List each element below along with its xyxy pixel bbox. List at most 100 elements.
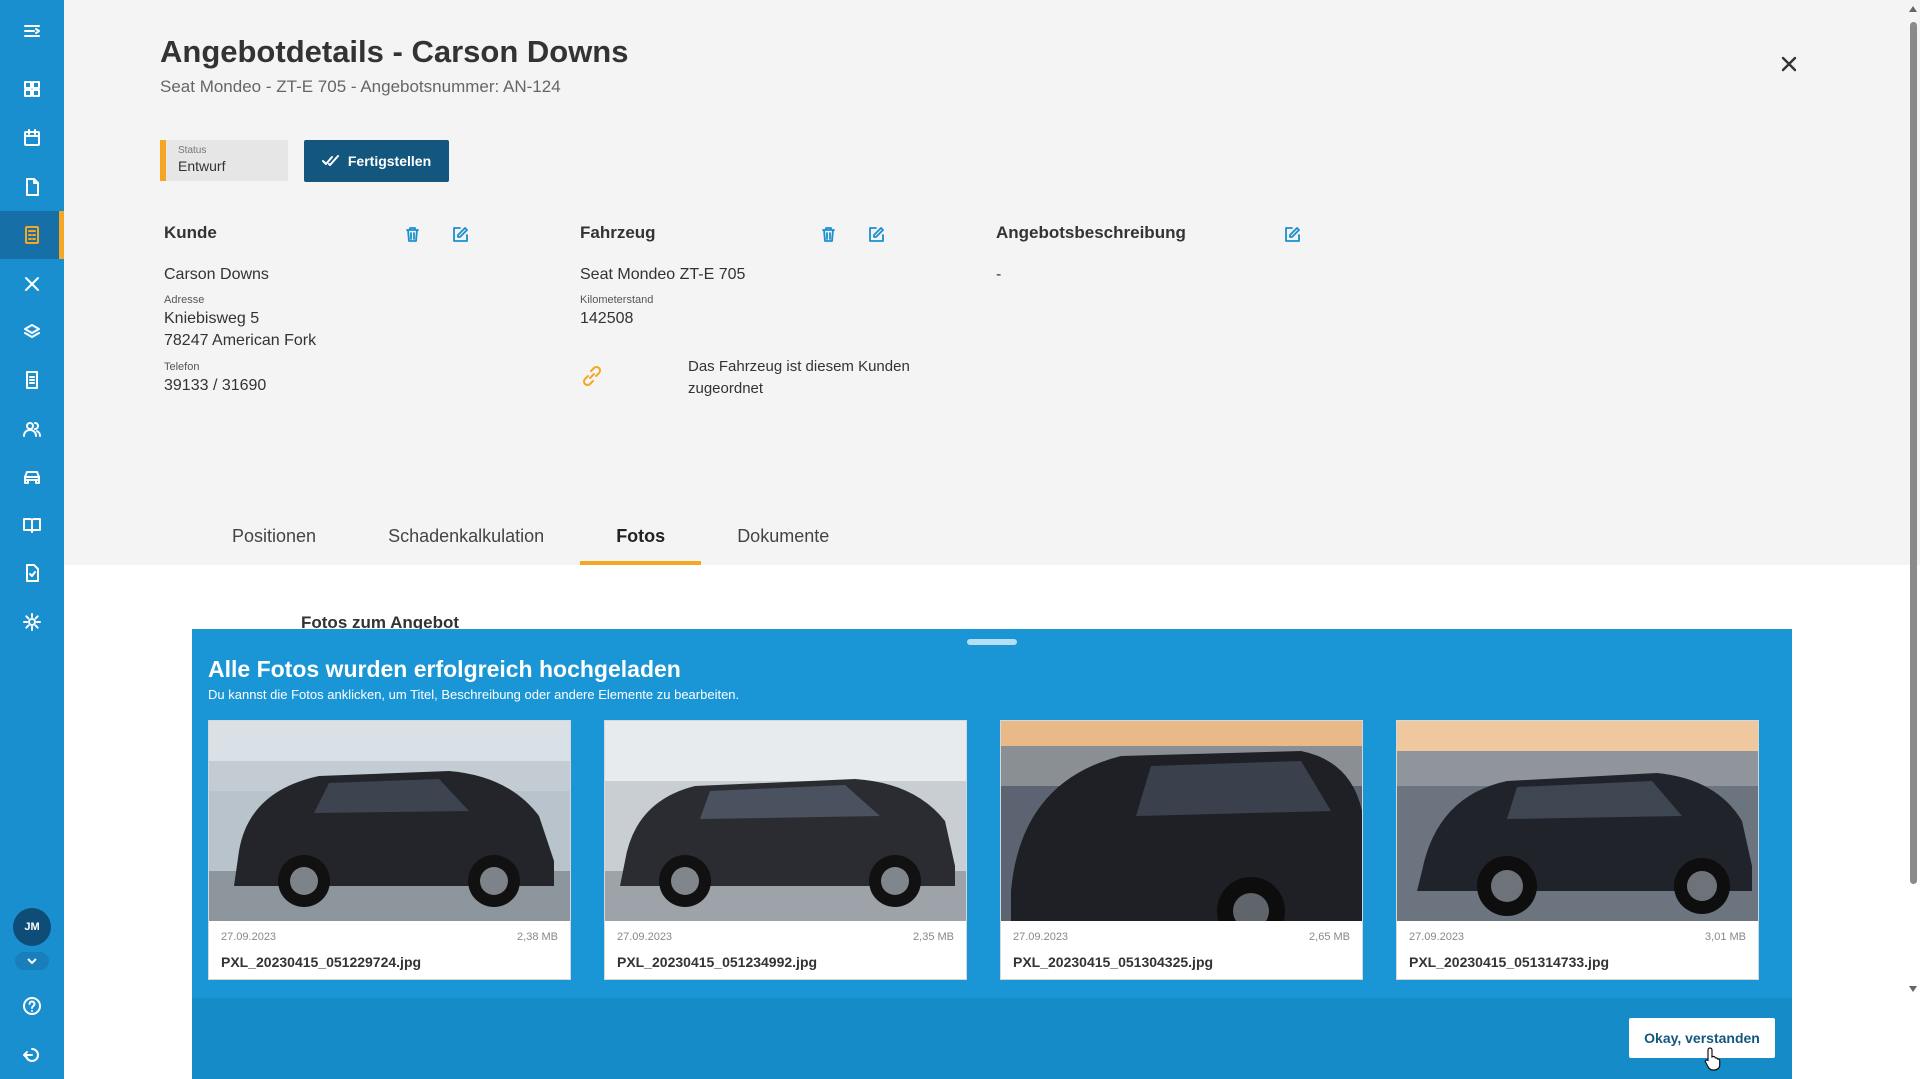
menu-collapse-icon (24, 25, 40, 37)
status-label: Status (178, 145, 207, 156)
photo-date: 27.09.2023 (617, 931, 673, 943)
sidebar-item-customers[interactable] (0, 405, 64, 453)
vehicle-heading: Fahrzeug (580, 223, 656, 242)
tab-schadenkalkulation[interactable]: Schadenkalkulation (352, 508, 580, 565)
photo-card[interactable]: 27.09.2023 2,35 MB PXL_20230415_05123499… (604, 720, 967, 980)
document-icon (26, 178, 39, 196)
customer-city: 78247 American Fork (164, 332, 317, 349)
gear-icon (23, 613, 41, 631)
sidebar-item-dashboard[interactable] (0, 65, 64, 113)
link-icon (579, 363, 605, 389)
description-value: - (996, 266, 1002, 283)
phone-label: Telefon (164, 361, 200, 373)
customer-phone: 39133 / 31690 (164, 377, 267, 394)
mileage-label: Kilometerstand (580, 294, 654, 306)
user-menu-toggle[interactable] (15, 952, 49, 970)
address-label: Adresse (164, 294, 205, 306)
tab-dokumente[interactable]: Dokumente (701, 508, 865, 565)
photo-thumbnail[interactable] (1397, 721, 1758, 921)
drag-handle[interactable] (967, 639, 1017, 645)
sidebar-item-invoices[interactable] (0, 356, 64, 404)
vehicle-link-note: Das Fahrzeug ist diesem Kunden zugeordne… (688, 358, 910, 397)
photo-thumbnail[interactable] (209, 721, 570, 921)
customer-name: Carson Downs (164, 266, 269, 283)
dashboard-icon (24, 81, 40, 97)
help-icon (23, 997, 41, 1015)
edit-customer-button[interactable] (449, 223, 471, 245)
trash-icon (821, 226, 835, 242)
mouse-cursor-icon (1704, 1047, 1721, 1071)
sidebar-item-settings[interactable] (0, 598, 64, 646)
page-scrollbar[interactable] (1906, 0, 1920, 1079)
upload-success-sheet: Alle Fotos wurden erfolgreich hochgelade… (192, 629, 1792, 1079)
finish-button-label: Fertigstellen (347, 153, 432, 169)
vehicle-name: Seat Mondeo ZT-E 705 (580, 266, 746, 283)
edit-icon (868, 226, 884, 242)
close-icon (1781, 56, 1797, 72)
finish-button[interactable]: Fertigstellen (304, 140, 449, 182)
delete-customer-button[interactable] (401, 223, 423, 245)
photo-filename: PXL_20230415_051314733.jpg (1409, 954, 1610, 970)
sidebar-item-layers[interactable] (0, 308, 64, 356)
sidebar-item-offers[interactable] (0, 211, 64, 259)
double-check-icon (321, 155, 339, 166)
edit-icon (1284, 226, 1300, 242)
sidebar-item-catalog[interactable] (0, 501, 64, 549)
book-icon (23, 518, 41, 533)
photo-card[interactable]: 27.09.2023 2,65 MB PXL_20230415_05130432… (1000, 720, 1363, 980)
trash-icon (405, 226, 419, 242)
scroll-down-arrow[interactable] (1909, 986, 1917, 992)
help-button[interactable] (0, 982, 64, 1030)
customer-heading: Kunde (164, 223, 217, 242)
photo-thumbnail[interactable] (1001, 721, 1362, 921)
sidebar-item-reports[interactable] (0, 549, 64, 597)
user-avatar[interactable]: JM (13, 908, 51, 946)
customer-street: Kniebisweg 5 (164, 310, 260, 327)
main-content: Angebotdetails - Carson Downs Seat Monde… (64, 0, 1920, 1079)
photo-list: 27.09.2023 2,38 MB PXL_20230415_05122972… (208, 720, 1759, 980)
upload-success-title: Alle Fotos wurden erfolgreich hochgelade… (208, 656, 681, 682)
logout-button[interactable] (0, 1031, 64, 1079)
sidebar-item-documents[interactable] (0, 163, 64, 211)
car-icon (24, 471, 40, 484)
edit-icon (452, 226, 468, 242)
page-title: Angebotdetails - Carson Downs (160, 34, 629, 69)
tools-icon (25, 277, 39, 291)
file-check-icon (26, 564, 39, 582)
scroll-up-arrow[interactable] (1909, 6, 1917, 12)
close-button[interactable] (1775, 50, 1803, 78)
logout-icon (23, 1048, 39, 1062)
calendar-icon (24, 129, 40, 146)
upload-success-text: Du kannst die Fotos anklicken, um Titel,… (208, 687, 740, 702)
sidebar-item-tools[interactable] (0, 260, 64, 308)
chevron-down-icon (27, 958, 37, 965)
status-badge: Status Entwurf (160, 140, 288, 181)
photo-card[interactable]: 27.09.2023 2,38 MB PXL_20230415_05122972… (208, 720, 571, 980)
delete-vehicle-button[interactable] (817, 223, 839, 245)
sidebar-item-vehicles[interactable] (0, 453, 64, 501)
photo-date: 27.09.2023 (1013, 931, 1069, 943)
edit-description-button[interactable] (1281, 223, 1303, 245)
tab-fotos[interactable]: Fotos (580, 508, 702, 565)
photo-filename: PXL_20230415_051234992.jpg (617, 954, 818, 970)
scroll-thumb[interactable] (1910, 22, 1917, 884)
edit-vehicle-button[interactable] (865, 223, 887, 245)
photo-size: 2,35 MB (913, 931, 954, 943)
photo-thumbnail[interactable] (605, 721, 966, 921)
okay-button[interactable]: Okay, verstanden (1629, 1018, 1775, 1058)
photo-date: 27.09.2023 (1409, 931, 1465, 943)
offer-tabs: Positionen Schadenkalkulation Fotos Doku… (196, 508, 865, 565)
calculator-icon (25, 226, 39, 244)
photo-card[interactable]: 27.09.2023 3,01 MB PXL_20230415_05131473… (1396, 720, 1759, 980)
photo-size: 3,01 MB (1705, 931, 1746, 943)
invoice-icon (26, 371, 38, 389)
photo-size: 2,65 MB (1309, 931, 1350, 943)
tab-positionen[interactable]: Positionen (196, 508, 352, 565)
page-subtitle: Seat Mondeo - ZT-E 705 - Angebotsnummer:… (160, 77, 561, 96)
menu-toggle-button[interactable] (0, 7, 64, 55)
layers-icon (24, 324, 40, 338)
description-heading: Angebotsbeschreibung (996, 223, 1186, 242)
sidebar-item-calendar[interactable] (0, 114, 64, 162)
photo-filename: PXL_20230415_051304325.jpg (1013, 954, 1214, 970)
status-value: Entwurf (178, 158, 226, 174)
